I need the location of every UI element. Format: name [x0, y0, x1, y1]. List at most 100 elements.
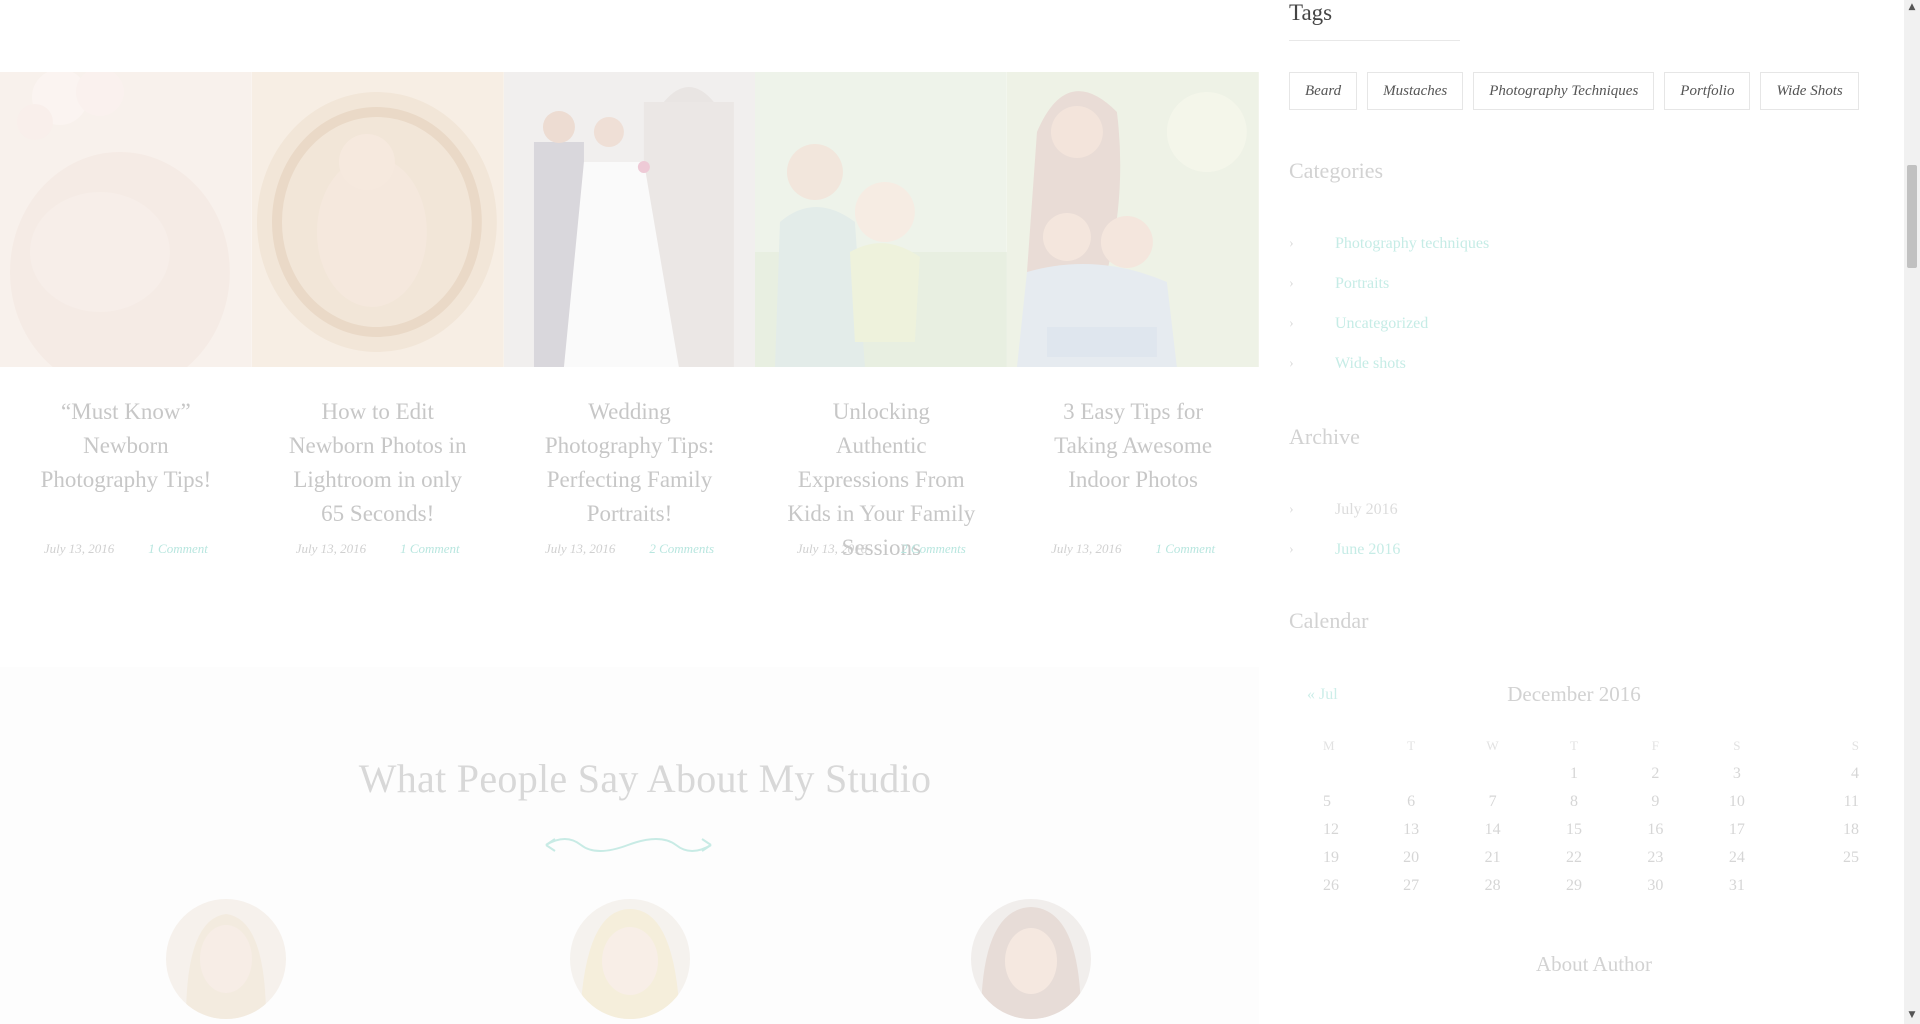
weekday: T: [1407, 738, 1416, 753]
page-scrollbar[interactable]: ▲ ▼: [1904, 0, 1920, 1024]
testimonials-heading: What People Say About My Studio: [358, 756, 932, 801]
calendar-day: 22: [1565, 849, 1582, 866]
calendar-week: 19 20 21 22 23 24 25: [1289, 844, 1859, 872]
post-card: Unlocking Authentic Expressions From Kid…: [755, 395, 1007, 560]
calendar-day: 24: [1728, 849, 1745, 866]
calendar-day: 11: [1843, 793, 1859, 810]
testimonials-section: What People Say About My Studio: [0, 667, 1259, 1024]
post-comments-link[interactable]: 2 Comments: [649, 541, 714, 557]
calendar-day: 10: [1728, 793, 1745, 810]
post-title[interactable]: 3 Easy Tips for Taking Awesome Indoor Ph…: [1037, 395, 1229, 535]
calendar-day: 21: [1484, 849, 1501, 866]
archive-widget-title: Archive: [1289, 424, 1360, 449]
tag-cloud: Beard Mustaches Photography Techniques P…: [1289, 72, 1859, 110]
tag-photography-techniques[interactable]: Photography Techniques: [1473, 72, 1655, 110]
tag-mustaches[interactable]: Mustaches: [1367, 72, 1464, 110]
client-photo-2: [570, 899, 690, 1019]
calendar-day: 20: [1403, 849, 1420, 866]
scrollbar-thumb[interactable]: [1907, 165, 1917, 268]
post-thumbnail-newborn-flowers[interactable]: [0, 72, 252, 367]
calendar-day: 15: [1565, 821, 1582, 838]
calendar-day: 13: [1403, 821, 1420, 838]
weekday: S: [1733, 738, 1741, 753]
post-meta: July 13, 2016 1 Comment: [1037, 541, 1229, 557]
post-comments-link[interactable]: 2 Comments: [901, 541, 966, 557]
post-title[interactable]: Wedding Photography Tips: Perfecting Fam…: [534, 395, 726, 535]
post-title[interactable]: Unlocking Authentic Expressions From Kid…: [785, 395, 977, 560]
main-content: “Must Know” Newborn Photography Tips! Ju…: [0, 0, 1259, 1024]
post-title[interactable]: How to Edit Newborn Photos in Lightroom …: [282, 395, 474, 535]
calendar-day: 17: [1728, 821, 1745, 838]
tag-wide-shots[interactable]: Wide Shots: [1760, 72, 1859, 110]
chevron-right-icon: ›: [1289, 356, 1294, 371]
calendar-prev-link[interactable]: « Jul: [1307, 686, 1338, 704]
newborn-flowers-image: [0, 72, 252, 367]
post-thumbnail-mother-daughters[interactable]: [1007, 72, 1259, 367]
calendar-day: 30: [1647, 877, 1664, 894]
tags-widget-title: Tags: [1289, 0, 1333, 25]
post-thumbnail-mother-child[interactable]: [755, 72, 1008, 367]
post-card: Wedding Photography Tips: Perfecting Fam…: [504, 395, 756, 557]
calendar-widget-title: Calendar: [1289, 608, 1369, 633]
calendar-day: 6: [1407, 793, 1416, 810]
client-photo-1: [166, 899, 286, 1019]
post-date: July 13, 2016: [43, 541, 115, 556]
post-date: July 13, 2016: [1051, 541, 1122, 556]
recent-posts-images: [0, 72, 1259, 367]
post-date: July 13, 2016: [295, 541, 367, 556]
archive-list: › July 2016 › June 2016: [1289, 490, 1400, 570]
category-item[interactable]: › Photography techniques: [1289, 224, 1489, 264]
calendar-day: 14: [1484, 821, 1501, 838]
archive-item[interactable]: › June 2016: [1289, 530, 1400, 570]
post-meta: July 13, 2016 2 Comments: [534, 541, 726, 557]
tags-title-underline: [1289, 40, 1460, 41]
mother-child-image: [755, 72, 1008, 367]
calendar-header: December 2016 « Jul: [1289, 682, 1859, 712]
calendar-day: 5: [1323, 793, 1331, 810]
post-thumbnail-wedding-couple[interactable]: [503, 72, 756, 367]
calendar-day: 29: [1565, 877, 1582, 894]
calendar-week: 1 2 3 4: [1289, 760, 1859, 788]
calendar-day: 26: [1323, 877, 1339, 894]
weekday: F: [1651, 738, 1660, 753]
client-avatar: [971, 899, 1091, 1019]
weekday: M: [1323, 738, 1335, 753]
category-item[interactable]: › Portraits: [1289, 264, 1489, 304]
calendar-day: 25: [1843, 849, 1859, 866]
category-item[interactable]: › Uncategorized: [1289, 304, 1489, 344]
calendar-day: 1: [1569, 765, 1578, 782]
categories-list: › Photography techniques › Portraits › Unca…: [1289, 224, 1489, 384]
post-comments-link[interactable]: 1 Comment: [1155, 541, 1215, 557]
calendar-week: 12 13 14 15 16 17 18: [1289, 816, 1859, 844]
post-comments-link[interactable]: 1 Comment: [148, 541, 208, 557]
tag-portfolio[interactable]: Portfolio: [1664, 72, 1751, 110]
client-avatar: [166, 899, 286, 1019]
client-photo-3: [971, 899, 1091, 1019]
calendar-day: 4: [1851, 765, 1859, 782]
weekday: W: [1486, 738, 1499, 753]
scroll-down-arrow-icon[interactable]: ▼: [1907, 1010, 1917, 1020]
post-date: July 13, 2016: [544, 541, 616, 556]
calendar-day: 18: [1843, 821, 1859, 838]
calendar-month: December 2016: [1507, 682, 1641, 706]
tag-beard[interactable]: Beard: [1289, 72, 1358, 110]
post-comments-link[interactable]: 1 Comment: [400, 541, 460, 557]
post-card: 3 Easy Tips for Taking Awesome Indoor Ph…: [1007, 395, 1259, 557]
scroll-up-arrow-icon[interactable]: ▲: [1907, 2, 1917, 12]
about-author-title: About Author: [1535, 952, 1653, 976]
post-meta: July 13, 2016 1 Comment: [282, 541, 474, 557]
post-date: July 13, 2016: [796, 541, 868, 556]
post-thumbnail-newborn-basket[interactable]: [251, 72, 504, 367]
mother-daughters-image: [1007, 72, 1259, 367]
calendar-day: 7: [1488, 793, 1497, 810]
post-title[interactable]: “Must Know” Newborn Photography Tips!: [30, 395, 222, 535]
post-card: How to Edit Newborn Photos in Lightroom …: [252, 395, 504, 557]
calendar-day: 16: [1647, 821, 1664, 838]
calendar-week: 26 27 28 29 30 31: [1289, 872, 1859, 900]
divider-ornament-icon: [545, 838, 712, 852]
category-item[interactable]: › Wide shots: [1289, 344, 1489, 384]
archive-item[interactable]: › July 2016: [1289, 490, 1400, 530]
calendar-day: 27: [1403, 877, 1420, 894]
chevron-right-icon: ›: [1289, 542, 1294, 557]
calendar-grid: M T W T F S S 1 2 3 4 5 6 7 8 9 10 11 12…: [1289, 732, 1859, 900]
